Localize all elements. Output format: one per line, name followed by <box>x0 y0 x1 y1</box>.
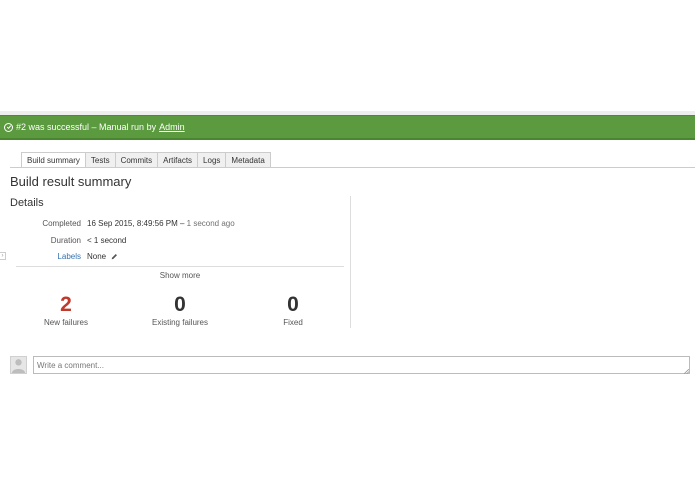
fixed-label: Fixed <box>283 318 303 327</box>
tab-metadata[interactable]: Metadata <box>226 152 271 168</box>
new-failures-label: New failures <box>43 318 88 327</box>
new-failures-count: 2 <box>60 293 72 316</box>
fixed-count: 0 <box>287 293 299 316</box>
tab-build-summary[interactable]: Build summary <box>21 152 86 168</box>
avatar-icon <box>10 356 27 374</box>
tab-artifacts[interactable]: Artifacts <box>158 152 199 168</box>
show-more-link[interactable]: Show more <box>130 271 230 280</box>
new-failures-stat[interactable]: 2 New failures <box>16 293 116 327</box>
tab-tests[interactable]: Tests <box>85 152 116 168</box>
existing-failures-stat[interactable]: 0 Existing failures <box>130 293 230 327</box>
fixed-stat[interactable]: 0 Fixed <box>243 293 343 327</box>
labels-value: None <box>87 252 107 261</box>
tabs-divider <box>10 167 695 168</box>
labels-link[interactable]: Labels <box>9 252 81 261</box>
resize-grip-icon[interactable] <box>683 367 690 375</box>
duration-label: Duration <box>50 236 81 245</box>
expand-handle-icon[interactable]: › <box>0 252 6 260</box>
duration-value: < 1 second <box>87 236 127 245</box>
build-tabs: Build summary Tests Commits Artifacts Lo… <box>21 152 271 168</box>
page-title: Build result summary <box>10 174 132 189</box>
completed-value: 16 Sep 2015, 8:49:56 PM – 1 second ago <box>87 219 235 228</box>
build-status-bar: #2 was successful – Manual run by Admin <box>0 115 695 140</box>
existing-failures-label: Existing failures <box>151 318 209 327</box>
completed-label: Completed <box>42 219 81 228</box>
details-vertical-divider <box>350 196 351 328</box>
pencil-icon[interactable] <box>111 253 118 260</box>
labels-value-row: None <box>87 252 118 261</box>
details-horizontal-divider <box>16 266 344 267</box>
tab-commits[interactable]: Commits <box>115 152 159 168</box>
completed-ago: 1 second ago <box>186 219 235 228</box>
comment-input[interactable] <box>33 356 690 374</box>
build-status-text: #2 was successful – Manual run by <box>16 122 157 132</box>
check-circle-icon <box>4 122 13 132</box>
details-heading: Details <box>10 197 44 209</box>
completed-date: 16 Sep 2015, 8:49:56 PM – <box>87 219 185 228</box>
admin-user-link[interactable]: Admin <box>159 122 185 132</box>
tab-logs[interactable]: Logs <box>198 152 227 168</box>
existing-failures-count: 0 <box>174 293 186 316</box>
